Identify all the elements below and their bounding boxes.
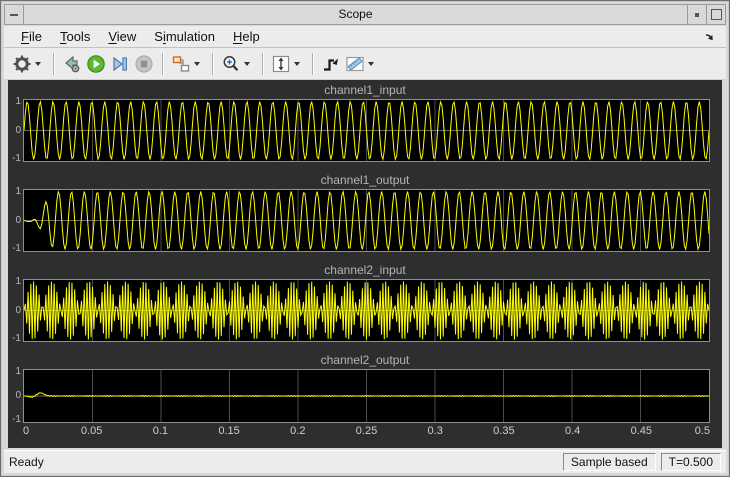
- measurements-icon: [345, 54, 365, 74]
- window-menu-icon: [10, 14, 18, 16]
- x-tick-label: 0: [23, 425, 29, 437]
- simulink-blocks-button[interactable]: [169, 52, 193, 76]
- waveform-plot[interactable]: [23, 189, 710, 252]
- stop-icon: [134, 54, 154, 74]
- y-tick-label: -1: [12, 334, 21, 344]
- panel-channel1-input: channel1_input 1 0 -1: [8, 82, 722, 162]
- toolbar: [4, 48, 726, 80]
- gear-icon: [12, 54, 32, 74]
- play-icon: [86, 54, 106, 74]
- statusbar: Ready Sample based T=0.500: [4, 450, 726, 473]
- y-tick-label: 1: [15, 97, 21, 107]
- y-axis-labels: 1 0 -1: [8, 279, 23, 342]
- dock-icon[interactable]: [702, 29, 718, 45]
- scope-window: Scope File Tools View Simulation Help: [0, 0, 730, 477]
- zoom-in-button[interactable]: [219, 52, 243, 76]
- menubar: File Tools View Simulation Help: [4, 26, 726, 48]
- x-axis-labels: 0 0.05 0.1 0.15 0.2 0.25 0.3 0.35 0.4 0.45 0.5: [23, 423, 710, 440]
- toolbar-separator: [312, 53, 313, 75]
- y-tick-label: 1: [15, 187, 21, 197]
- window-title: Scope: [24, 5, 687, 24]
- status-text: Ready: [9, 455, 44, 469]
- x-tick-label: 0.3: [428, 425, 443, 437]
- menu-view[interactable]: View: [99, 27, 145, 46]
- y-tick-label: -1: [12, 154, 21, 164]
- go-to-model-button[interactable]: [60, 52, 84, 76]
- maximize-icon: [711, 9, 722, 20]
- sim-time-badge: T=0.500: [661, 453, 721, 471]
- y-tick-label: 0: [15, 306, 21, 316]
- x-tick-label: 0.25: [356, 425, 377, 437]
- waveform-plot[interactable]: [23, 369, 710, 423]
- zoom-dropdown-caret[interactable]: [244, 62, 250, 66]
- x-tick-label: 0.1: [153, 425, 168, 437]
- y-tick-label: 0: [15, 126, 21, 136]
- y-tick-label: -1: [12, 244, 21, 254]
- panel-channel1-output: channel1_output 1 0 -1: [8, 172, 722, 252]
- panel-title: channel1_input: [8, 82, 722, 99]
- measurements-dropdown-caret[interactable]: [368, 62, 374, 66]
- x-tick-label: 0.2: [290, 425, 305, 437]
- titlebar[interactable]: Scope: [4, 4, 726, 25]
- x-tick-label: 0.35: [493, 425, 514, 437]
- menu-file[interactable]: File: [12, 27, 51, 46]
- y-axis-labels: 1 0 -1: [8, 99, 23, 162]
- y-axis-labels: 1 0 -1: [8, 189, 23, 252]
- cursor-measurements-button[interactable]: [343, 52, 367, 76]
- x-tick-label: 0.5: [695, 425, 710, 437]
- blocks-icon: [171, 54, 191, 74]
- toolbar-separator: [262, 53, 263, 75]
- trigger-icon: [321, 54, 341, 74]
- window-menu-button[interactable]: [5, 5, 24, 24]
- minimize-icon: [695, 13, 699, 17]
- waveform-plot[interactable]: [23, 99, 710, 162]
- panel-title: channel2_output: [8, 352, 722, 369]
- x-tick-label: 0.05: [81, 425, 102, 437]
- toolbar-separator: [162, 53, 163, 75]
- y-tick-label: 0: [15, 216, 21, 226]
- parameters-button[interactable]: [10, 52, 34, 76]
- blocks-dropdown-caret[interactable]: [194, 62, 200, 66]
- panel-title: channel2_input: [8, 262, 722, 279]
- panel-channel2-output: channel2_output 10-1 00.050.10.150.20.25…: [8, 352, 722, 440]
- step-forward-button[interactable]: [108, 52, 132, 76]
- stop-button[interactable]: [132, 52, 156, 76]
- menu-tools[interactable]: Tools: [51, 27, 99, 46]
- panel-channel2-input: channel2_input 1 0 -1: [8, 262, 722, 342]
- autoscale-icon: [271, 54, 291, 74]
- panel-title: channel1_output: [8, 172, 722, 189]
- x-tick-label: 0.45: [631, 425, 652, 437]
- menu-help[interactable]: Help: [224, 27, 269, 46]
- autoscale-dropdown-caret[interactable]: [294, 62, 300, 66]
- y-tick-label: 0: [15, 391, 21, 401]
- trigger-button[interactable]: [319, 52, 343, 76]
- autoscale-button[interactable]: [269, 52, 293, 76]
- x-tick-label: 0.15: [218, 425, 239, 437]
- y-tick-label: 1: [15, 277, 21, 287]
- y-tick-label: -1: [12, 415, 21, 425]
- waveform-plot[interactable]: [23, 279, 710, 342]
- sample-mode-badge: Sample based: [563, 453, 656, 471]
- go-to-model-icon: [62, 54, 82, 74]
- zoom-in-icon: [221, 54, 241, 74]
- y-axis-labels: 1 0 -1: [8, 369, 23, 423]
- menu-simulation[interactable]: Simulation: [145, 27, 224, 46]
- x-tick-label: 0.4: [565, 425, 580, 437]
- minimize-button[interactable]: [687, 5, 706, 24]
- maximize-button[interactable]: [706, 5, 725, 24]
- y-tick-label: 1: [15, 367, 21, 377]
- scope-display: channel1_input 10-1 channel1_output 10-1…: [8, 80, 722, 448]
- run-button[interactable]: [84, 52, 108, 76]
- toolbar-separator: [53, 53, 54, 75]
- toolbar-separator: [212, 53, 213, 75]
- step-forward-icon: [110, 54, 130, 74]
- parameters-dropdown-caret[interactable]: [35, 62, 41, 66]
